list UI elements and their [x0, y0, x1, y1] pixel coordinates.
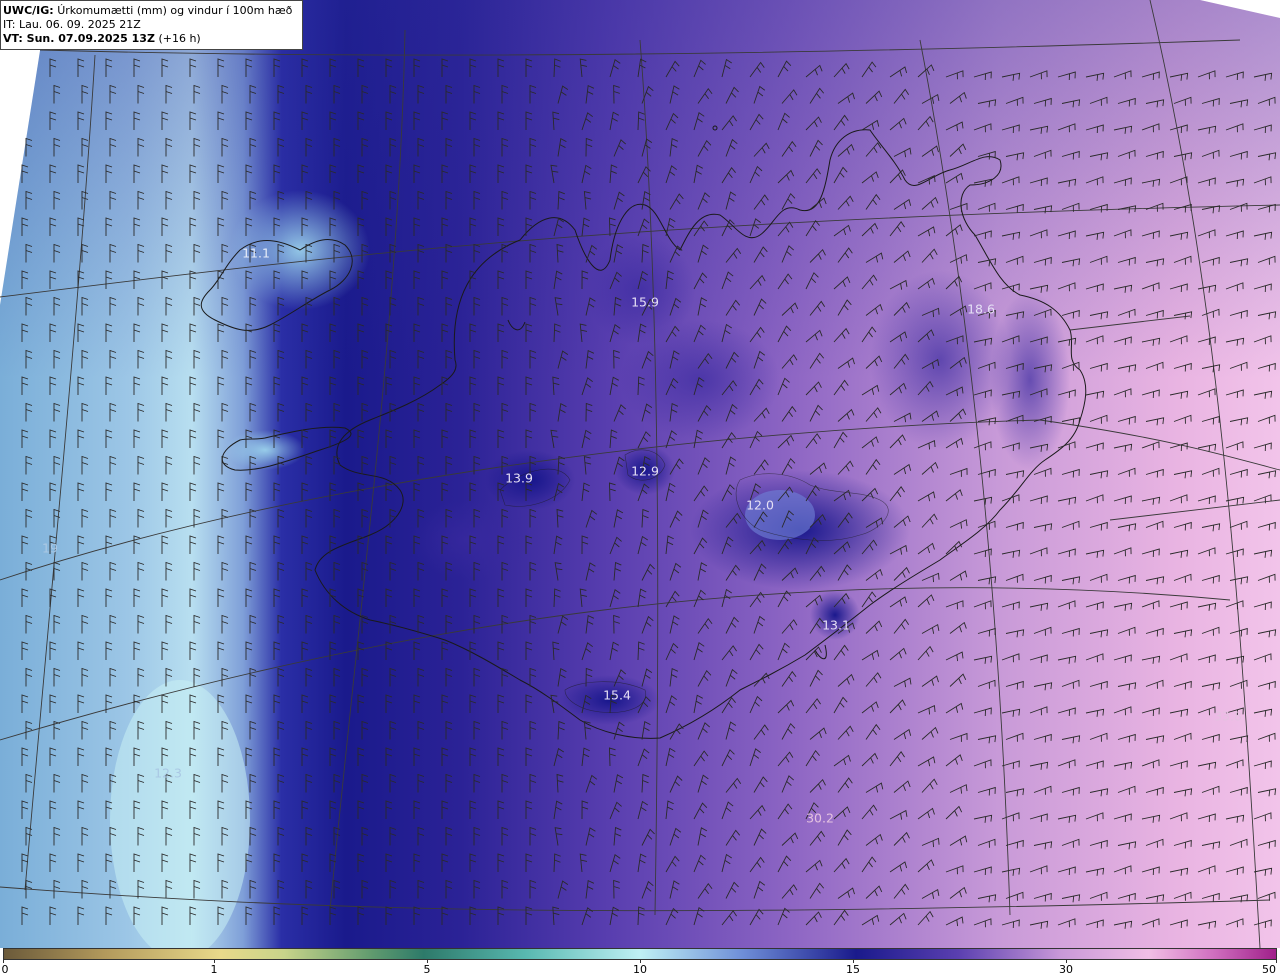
value-label: 12.3: [154, 765, 182, 781]
colorbar-tick: 30: [1059, 963, 1073, 976]
colorbar-tick: 10: [633, 963, 647, 976]
product-code: UWC/IG:: [3, 4, 54, 17]
value-label: 15.9: [631, 294, 659, 310]
value-label: 19: [42, 540, 58, 556]
product-title: Úrkomumætti (mm) og vindur í 100m hæð: [57, 4, 293, 17]
map-info-box: UWC/IG: Úrkomumætti (mm) og vindur í 100…: [0, 0, 303, 50]
value-label: 13.1: [822, 617, 850, 633]
value-label: 33.8: [1214, 708, 1242, 724]
product-title-line: UWC/IG: Úrkomumætti (mm) og vindur í 100…: [3, 4, 302, 18]
value-label: 15.4: [603, 687, 631, 703]
value-label: 30.2: [806, 810, 834, 826]
colorbar: 0 1 5 10 15 30 50: [0, 948, 1280, 978]
value-label: 11.1: [242, 245, 270, 261]
lead-time: (+16 h): [158, 32, 201, 45]
value-label: 12.0: [746, 497, 774, 513]
value-label: 13.9: [505, 470, 533, 486]
colorbar-tick: 15: [846, 963, 860, 976]
colorbar-tick: 1: [210, 963, 218, 976]
colorbar-tick: 50: [1262, 963, 1276, 976]
colorbar-strip: [3, 948, 1277, 960]
init-time: IT: Lau. 06. 09. 2025 21Z: [3, 18, 141, 31]
value-label: 18.6: [967, 301, 995, 317]
value-label: 12.9: [631, 463, 659, 479]
valid-time: VT: Sun. 07.09.2025 13Z: [3, 32, 155, 45]
map-area[interactable]: UWC/IG: Úrkomumætti (mm) og vindur í 100…: [0, 0, 1280, 948]
valid-time-line: VT: Sun. 07.09.2025 13Z (+16 h): [3, 32, 302, 46]
colorbar-tick: 0: [1, 963, 9, 976]
colorbar-tick: 5: [423, 963, 431, 976]
